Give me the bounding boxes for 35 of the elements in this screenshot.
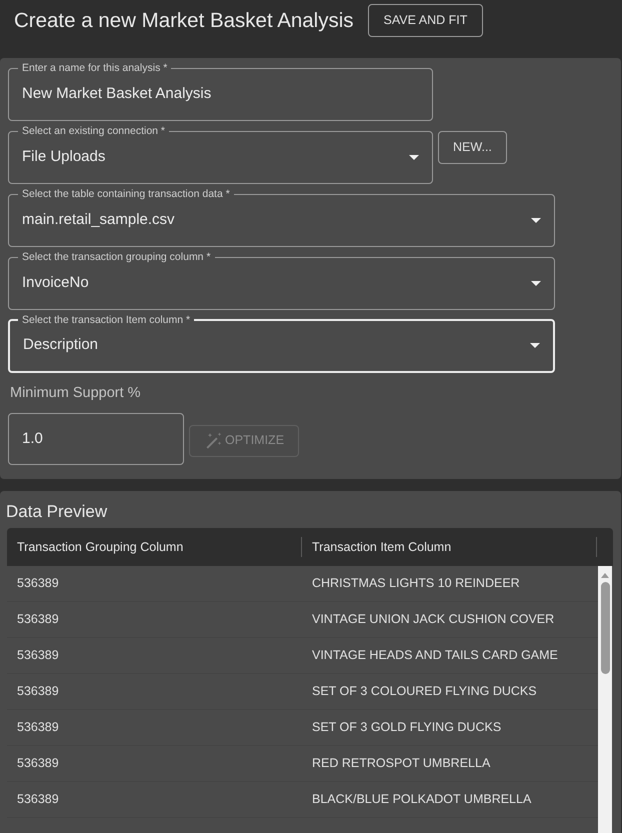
- column-header[interactable]: Transaction Grouping Column: [7, 538, 184, 556]
- select-field[interactable]: Select the transaction Item column * Description: [8, 314, 555, 373]
- table-cell-text: CHRISTMAS LIGHTS 10 REINDEER: [311, 575, 520, 592]
- scrollbar-thumb[interactable]: [600, 582, 610, 674]
- table-cell-text: 536389: [16, 719, 60, 736]
- select-field[interactable]: Select the transaction grouping column * InvoiceNo: [8, 251, 555, 310]
- section-title: Data Preview: [6, 501, 108, 523]
- select-field[interactable]: Select an existing connection * File Uploads: [8, 125, 433, 184]
- table-cell-text: 536389: [16, 791, 60, 808]
- table-cell-text: 536389: [16, 647, 60, 664]
- new-connection-button[interactable]: NEW...: [438, 131, 507, 164]
- table-cell-text: 536389: [16, 575, 60, 592]
- magic-wand-icon: [205, 432, 223, 450]
- table-cell-text: SET OF 3 GOLD FLYING DUCKS: [311, 719, 502, 736]
- table-cell-text: BLACK/BLUE POLKADOT UMBRELLA: [311, 791, 532, 808]
- scroll-up-arrow-icon[interactable]: [601, 573, 609, 578]
- table-cell-text: 536389: [16, 611, 60, 628]
- support-label: Minimum Support %: [10, 385, 141, 402]
- page-title: Create a new Market Basket Analysis: [14, 8, 354, 34]
- dropdown-caret-icon: [409, 154, 419, 160]
- table-cell-text: VINTAGE HEADS AND TAILS CARD GAME: [311, 647, 558, 664]
- table-cell-text: 536389: [16, 683, 60, 700]
- table-cell-text: RED RETROSPOT UMBRELLA: [311, 755, 490, 772]
- select-field[interactable]: Select the table containing transaction data * main.retail_sample.csv: [8, 188, 555, 247]
- dropdown-caret-icon: [530, 343, 540, 348]
- dropdown-caret-icon: [531, 218, 541, 222]
- column-header[interactable]: Transaction Item Column: [302, 538, 452, 556]
- dropdown-caret-icon: [531, 280, 541, 286]
- table-cell-text: SET OF 3 COLOURED FLYING DUCKS: [311, 683, 537, 700]
- table-cell-text: 536389: [16, 755, 60, 772]
- text-field[interactable]: Enter a name for this analysis * New Market Basket Analysis: [8, 62, 433, 121]
- table-cell-text: VINTAGE UNION JACK CUSHION COVER: [311, 611, 554, 628]
- scrollbar-track[interactable]: [598, 566, 612, 833]
- save-and-fit-button[interactable]: SAVE AND FIT: [368, 4, 484, 37]
- support-input[interactable]: 1.0: [8, 413, 184, 465]
